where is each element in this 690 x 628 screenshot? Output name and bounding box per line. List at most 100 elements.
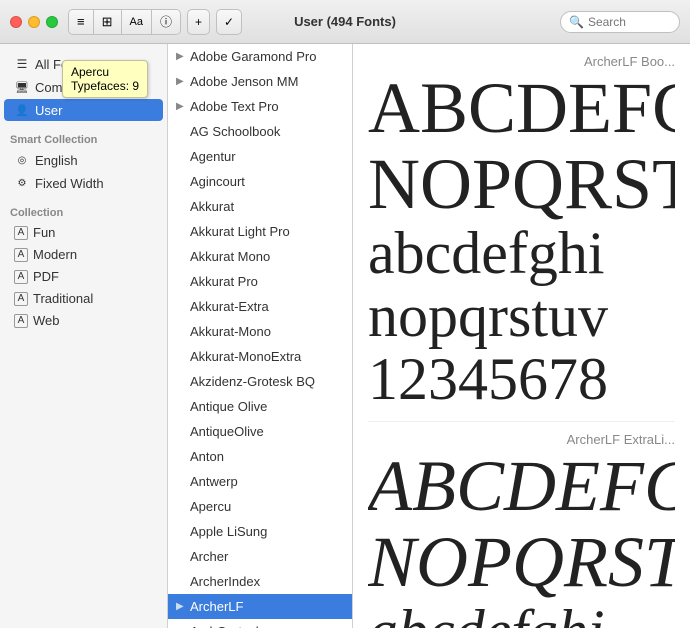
grid-view-icon: ⊞ — [102, 14, 113, 30]
fun-icon: A — [14, 226, 28, 240]
preview-lowercase-2: nopqrstuv — [368, 285, 675, 348]
preview-section-1: ArcherLF Boo... ABCDEFGH NOPQRSTU abcdef… — [368, 54, 675, 422]
list-item[interactable]: ▶Adobe Garamond Pro — [168, 44, 352, 69]
list-item[interactable]: Apple LiSung — [168, 519, 352, 544]
preview-uppercase-2: NOPQRSTU — [368, 147, 675, 223]
main-content: ☰ All Fonts 🖥 Computer 👤 User Smart Coll… — [0, 44, 690, 628]
list-item[interactable]: Akkurat Mono — [168, 244, 352, 269]
preview-numbers: 12345678 — [368, 348, 675, 411]
tooltip-popup: Apercu Typefaces: 9 — [62, 60, 148, 98]
minimize-button[interactable] — [28, 16, 40, 28]
preview-section-2: ArcherLF ExtraLi... ABCDEFGH NOPQRSTU ab… — [368, 432, 675, 628]
sidebar-item-fixed-width[interactable]: ⚙ Fixed Width — [4, 172, 163, 194]
sidebar-item-english[interactable]: ◎ English — [4, 149, 163, 171]
sidebar-label-english: English — [35, 153, 78, 168]
preview-uppercase-1: ABCDEFGH — [368, 71, 675, 147]
arrow-icon: ▶ — [176, 101, 186, 112]
list-item[interactable]: AntiqueOlive — [168, 419, 352, 444]
preview-panel: ArcherLF Boo... ABCDEFGH NOPQRSTU abcdef… — [353, 44, 690, 628]
preview-italic-lower-1: abcdefghi — [368, 600, 675, 628]
sidebar-label-web: Web — [33, 313, 60, 328]
list-item[interactable]: ▶Adobe Jenson MM — [168, 69, 352, 94]
search-box[interactable]: 🔍 — [560, 11, 680, 33]
window-title: User (494 Fonts) — [294, 14, 396, 29]
tooltip-font-name: Apercu — [71, 65, 139, 79]
info-icon: ⓘ — [160, 13, 172, 30]
sidebar-item-traditional[interactable]: A Traditional — [4, 288, 163, 309]
list-item[interactable]: Akkurat — [168, 194, 352, 219]
preview-font-name-1: ArcherLF Boo... — [368, 54, 675, 69]
list-item[interactable]: Antwerp — [168, 469, 352, 494]
list-item[interactable]: Agincourt — [168, 169, 352, 194]
sidebar-label-traditional: Traditional — [33, 291, 93, 306]
collection-header: Collection — [0, 201, 167, 221]
search-icon: 🔍 — [569, 15, 584, 29]
toolbar-right: 🔍 — [560, 11, 680, 33]
preview-italic-upper-1: ABCDEFGH — [368, 449, 675, 525]
font-list: ▶Adobe Garamond Pro ▶Adobe Jenson MM ▶Ad… — [168, 44, 353, 628]
sidebar-item-web[interactable]: A Web — [4, 310, 163, 331]
info-button[interactable]: ⓘ — [152, 10, 180, 34]
list-view-button[interactable]: ≡ — [69, 10, 94, 34]
list-item[interactable]: ▶Adobe Text Pro — [168, 94, 352, 119]
list-item[interactable]: Archer — [168, 544, 352, 569]
close-button[interactable] — [10, 16, 22, 28]
pdf-icon: A — [14, 270, 28, 284]
preview-italic-upper-2: NOPQRSTU — [368, 525, 675, 601]
titlebar: ≡ ⊞ Aа ⓘ + ✓ User (494 Fonts) 🔍 Apercu — [0, 0, 690, 44]
preview-text-2: ABCDEFGH NOPQRSTU abcdefghi — [368, 449, 675, 628]
maximize-button[interactable] — [46, 16, 58, 28]
modern-icon: A — [14, 248, 28, 262]
sidebar-item-user[interactable]: 👤 User — [4, 99, 163, 121]
sidebar-label-user: User — [35, 103, 62, 118]
list-item[interactable]: Akkurat Light Pro — [168, 219, 352, 244]
traffic-lights — [10, 16, 58, 28]
sidebar-label-modern: Modern — [33, 247, 77, 262]
check-icon: ✓ — [224, 15, 234, 29]
list-view-icon: ≡ — [77, 14, 85, 29]
preview-lowercase-1: abcdefghi — [368, 222, 675, 285]
sidebar-item-fun[interactable]: A Fun — [4, 222, 163, 243]
list-item[interactable]: Antique Olive — [168, 394, 352, 419]
sidebar: ☰ All Fonts 🖥 Computer 👤 User Smart Coll… — [0, 44, 168, 628]
list-item[interactable]: Akkurat-Extra — [168, 294, 352, 319]
list-item[interactable]: Akkurat Pro — [168, 269, 352, 294]
list-item[interactable]: Akkurat-Mono — [168, 319, 352, 344]
list-item[interactable]: ArchGrotesk — [168, 619, 352, 628]
toolbar-left: ≡ ⊞ Aа ⓘ + ✓ — [68, 9, 242, 35]
list-item[interactable]: Akzidenz-Grotesk BQ — [168, 369, 352, 394]
list-item[interactable]: Anton — [168, 444, 352, 469]
arrow-icon: ▶ — [176, 51, 186, 62]
add-font-button[interactable]: + — [187, 9, 210, 35]
font-size-button[interactable]: Aа — [122, 10, 152, 34]
arrow-icon: ▶ — [176, 76, 186, 87]
grid-view-button[interactable]: ⊞ — [94, 10, 122, 34]
list-item[interactable]: AG Schoolbook — [168, 119, 352, 144]
traditional-icon: A — [14, 292, 28, 306]
sidebar-label-pdf: PDF — [33, 269, 59, 284]
fixed-width-icon: ⚙ — [14, 175, 30, 191]
search-input[interactable] — [588, 15, 668, 29]
list-item[interactable]: ArcherIndex — [168, 569, 352, 594]
english-icon: ◎ — [14, 152, 30, 168]
list-item[interactable]: Apercu — [168, 494, 352, 519]
computer-icon: 🖥 — [14, 79, 30, 95]
sidebar-label-fun: Fun — [33, 225, 55, 240]
smart-collection-header: Smart Collection — [0, 128, 167, 148]
font-size-icon: Aа — [130, 16, 143, 28]
list-item-selected[interactable]: ▶ArcherLF — [168, 594, 352, 619]
view-toggle: ≡ ⊞ Aа ⓘ — [68, 9, 181, 35]
sidebar-item-modern[interactable]: A Modern — [4, 244, 163, 265]
list-item[interactable]: Agentur — [168, 144, 352, 169]
arrow-icon: ▶ — [176, 601, 186, 612]
sidebar-item-pdf[interactable]: A PDF — [4, 266, 163, 287]
tooltip-typefaces: Typefaces: 9 — [71, 79, 139, 93]
preview-font-name-2: ArcherLF ExtraLi... — [368, 432, 675, 447]
sidebar-label-fixed-width: Fixed Width — [35, 176, 104, 191]
activate-button[interactable]: ✓ — [216, 9, 242, 35]
list-item[interactable]: Akkurat-MonoExtra — [168, 344, 352, 369]
all-fonts-icon: ☰ — [14, 56, 30, 72]
preview-text-1: ABCDEFGH NOPQRSTU abcdefghi nopqrstuv 12… — [368, 71, 675, 411]
add-icon: + — [195, 15, 202, 29]
web-icon: A — [14, 314, 28, 328]
